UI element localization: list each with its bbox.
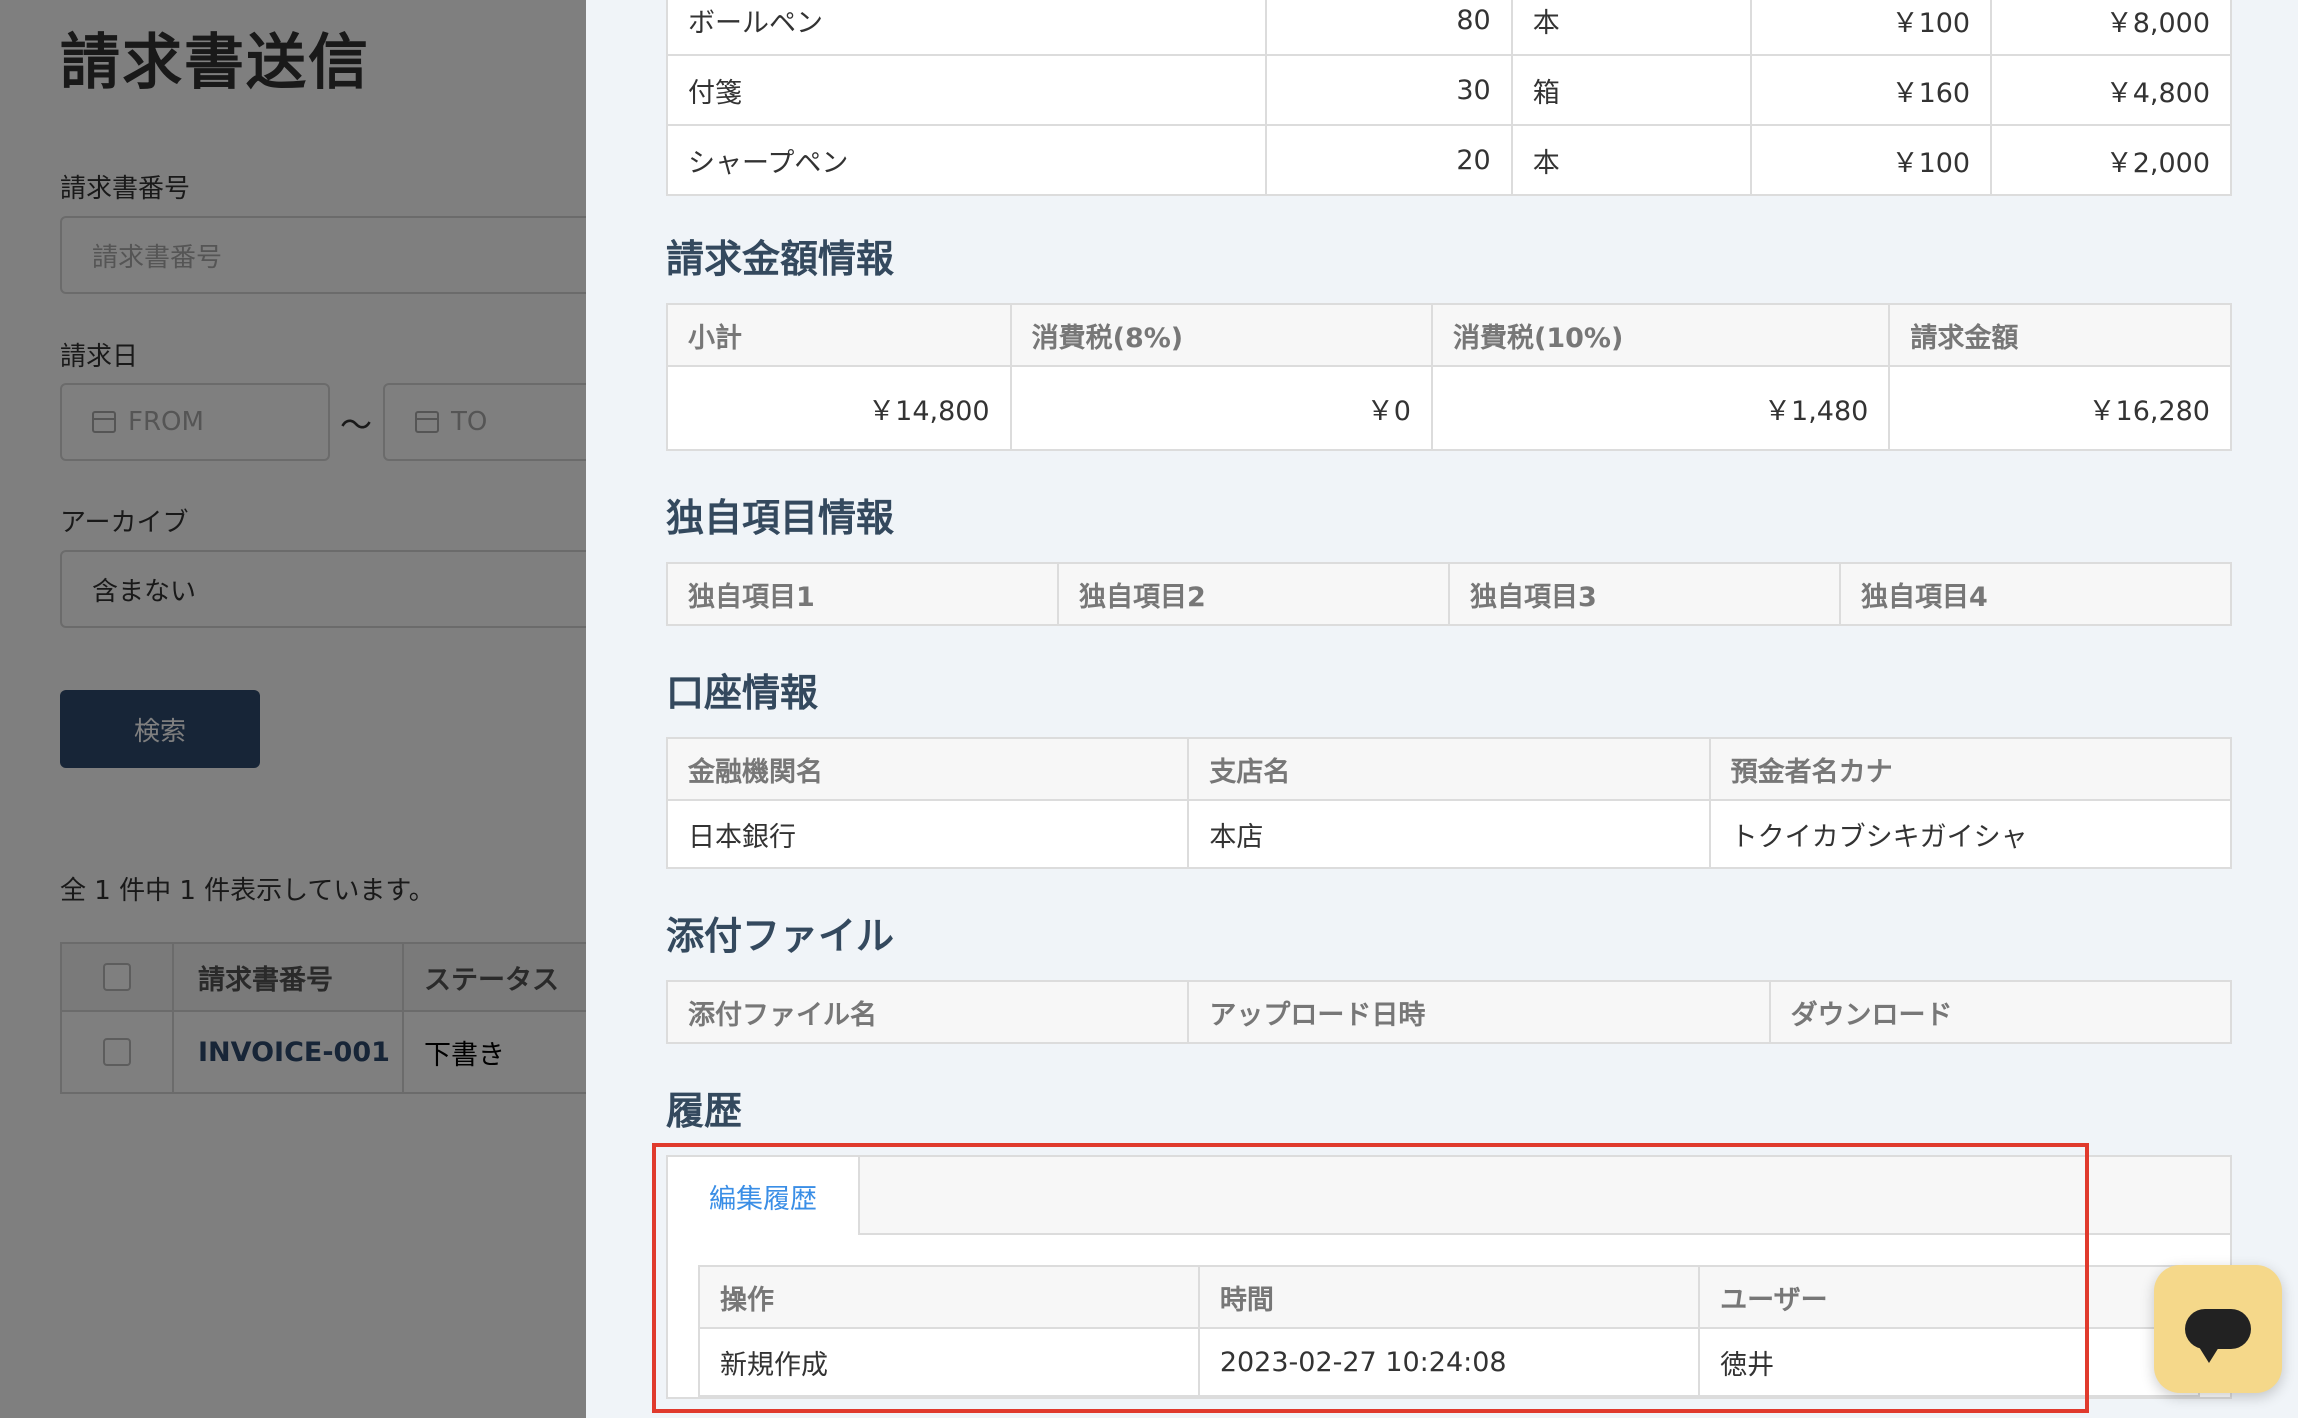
history-user: 徳井 xyxy=(1698,1327,2200,1397)
chat-button[interactable] xyxy=(2154,1265,2282,1393)
item-unit-price: ￥100 xyxy=(1750,124,1993,196)
history-time: 2023-02-27 10:24:08 xyxy=(1197,1327,1701,1397)
custom-fields-table: 独自項目1 独自項目2 独自項目3 独自項目4 xyxy=(666,562,2232,626)
item-name: シャープペン xyxy=(665,124,1268,196)
bank-name-value: 日本銀行 xyxy=(665,799,1190,869)
total-value: ￥16,280 xyxy=(1888,365,2232,451)
table-row: ボールペン 80 本 ￥100 ￥8,000 xyxy=(665,0,2232,56)
column-header-upload-date: アップロード日時 xyxy=(1187,980,1771,1044)
history-table: 操作 時間 ユーザー 新規作成 2023-02-27 10:24:08 徳井 xyxy=(698,1265,2200,1397)
table-row: 日本銀行 本店 トクイカブシキガイシャ xyxy=(665,799,2233,869)
bank-section-title: 口座情報 xyxy=(666,671,819,715)
column-header-time: 時間 xyxy=(1197,1265,1701,1329)
table-row: 新規作成 2023-02-27 10:24:08 徳井 xyxy=(698,1327,2200,1397)
column-header-custom-4: 独自項目4 xyxy=(1839,562,2232,626)
branch-name-value: 本店 xyxy=(1187,799,1711,869)
table-header-row: 金融機関名 支店名 預金者名カナ xyxy=(665,737,2233,801)
table-header-row: 小計 消費税(8%) 消費税(10%) 請求金額 xyxy=(666,303,2232,367)
column-header-bank-name: 金融機関名 xyxy=(665,737,1190,801)
column-header-custom-3: 独自項目3 xyxy=(1448,562,1841,626)
billing-table: 小計 消費税(8%) 消費税(10%) 請求金額 ￥14,800 ￥0 ￥1,4… xyxy=(666,303,2232,451)
column-header-tax-8: 消費税(8%) xyxy=(1009,303,1433,367)
column-header-subtotal: 小計 xyxy=(666,303,1012,367)
column-header-user: ユーザー xyxy=(1698,1265,2200,1329)
tax-8-value: ￥0 xyxy=(1009,365,1433,451)
item-unit-price: ￥100 xyxy=(1750,0,1993,56)
history-panel: 編集履歴 操作 時間 ユーザー 新規作成 2023-02-27 10:24:08 xyxy=(666,1155,2232,1399)
table-header-row: 操作 時間 ユーザー xyxy=(698,1265,2200,1329)
column-header-custom-2: 独自項目2 xyxy=(1057,562,1450,626)
item-amount: ￥8,000 xyxy=(1990,0,2232,56)
tax-10-value: ￥1,480 xyxy=(1430,365,1891,451)
column-header-tax-10: 消費税(10%) xyxy=(1430,303,1891,367)
table-row: ￥14,800 ￥0 ￥1,480 ￥16,280 xyxy=(666,365,2232,451)
item-quantity: 20 xyxy=(1265,124,1513,196)
column-header-action: 操作 xyxy=(698,1265,1200,1329)
column-header-account-holder: 預金者名カナ xyxy=(1708,737,2233,801)
attachments-table: 添付ファイル名 アップロード日時 ダウンロード xyxy=(665,980,2233,1044)
item-unit: 箱 xyxy=(1510,54,1753,126)
item-amount: ￥4,800 xyxy=(1990,54,2232,126)
column-header-total: 請求金額 xyxy=(1888,303,2232,367)
column-header-download: ダウンロード xyxy=(1768,980,2233,1044)
item-name: ボールペン xyxy=(665,0,1268,56)
column-header-file-name: 添付ファイル名 xyxy=(665,980,1190,1044)
table-row: 付箋 30 箱 ￥160 ￥4,800 xyxy=(665,54,2232,126)
item-quantity: 30 xyxy=(1265,54,1513,126)
custom-section-title: 独自項目情報 xyxy=(666,496,895,540)
history-tabbar: 編集履歴 xyxy=(668,1157,2230,1235)
history-action: 新規作成 xyxy=(698,1327,1200,1397)
item-quantity: 80 xyxy=(1265,0,1513,56)
item-unit: 本 xyxy=(1510,0,1753,56)
item-unit: 本 xyxy=(1510,124,1753,196)
history-section-title: 履歴 xyxy=(666,1089,743,1133)
detail-sections: 請求金額情報 小計 消費税(8%) 消費税(10%) 請求金額 ￥14,800 … xyxy=(665,192,2233,1399)
table-row: シャープペン 20 本 ￥100 ￥2,000 xyxy=(665,124,2232,196)
subtotal-value: ￥14,800 xyxy=(666,365,1012,451)
column-header-custom-1: 独自項目1 xyxy=(666,562,1059,626)
billing-section-title: 請求金額情報 xyxy=(666,237,895,281)
item-amount: ￥2,000 xyxy=(1990,124,2232,196)
column-header-branch-name: 支店名 xyxy=(1187,737,1711,801)
invoice-detail-drawer: ボールペン 80 本 ￥100 ￥8,000 付箋 30 箱 ￥160 ￥4,8… xyxy=(586,0,2298,1418)
table-header-row: 添付ファイル名 アップロード日時 ダウンロード xyxy=(665,980,2233,1044)
item-unit-price: ￥160 xyxy=(1750,54,1993,126)
attachments-section-title: 添付ファイル xyxy=(666,914,895,958)
bank-table: 金融機関名 支店名 預金者名カナ 日本銀行 本店 トクイカブシキガイシャ xyxy=(665,737,2233,869)
chat-icon xyxy=(2185,1309,2251,1363)
history-tab-content: 操作 時間 ユーザー 新規作成 2023-02-27 10:24:08 徳井 xyxy=(668,1235,2230,1397)
tab-edit-history[interactable]: 編集履歴 xyxy=(668,1157,860,1235)
item-name: 付箋 xyxy=(665,54,1268,126)
account-holder-value: トクイカブシキガイシャ xyxy=(1708,799,2233,869)
line-items-table: ボールペン 80 本 ￥100 ￥8,000 付箋 30 箱 ￥160 ￥4,8… xyxy=(665,0,2232,196)
table-header-row: 独自項目1 独自項目2 独自項目3 独自項目4 xyxy=(666,562,2232,626)
